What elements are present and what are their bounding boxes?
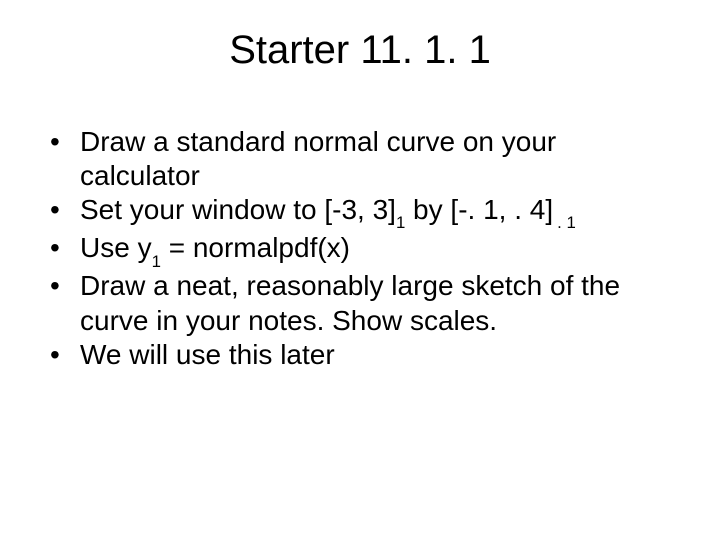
- subscript: . 1: [557, 213, 576, 232]
- bullet-text: by [-. 1, . 4]: [405, 194, 553, 225]
- bullet-text: Set your window to [-3, 3]: [80, 194, 396, 225]
- bullet-text: Draw a neat, reasonably large sketch of …: [80, 270, 620, 335]
- bullet-list: Draw a standard normal curve on your cal…: [40, 125, 680, 372]
- list-item: Draw a neat, reasonably large sketch of …: [40, 269, 680, 337]
- list-item: We will use this later: [40, 338, 680, 372]
- list-item: Use y1 = normalpdf(x): [40, 231, 680, 269]
- slide: Starter 11. 1. 1 Draw a standard normal …: [0, 0, 720, 540]
- list-item: Set your window to [-3, 3]1 by [-. 1, . …: [40, 193, 680, 231]
- bullet-text: Draw a standard normal curve on your cal…: [80, 126, 556, 191]
- bullet-text: = normalpdf(x): [161, 232, 350, 263]
- subscript: 1: [396, 213, 405, 232]
- bullet-text: We will use this later: [80, 339, 335, 370]
- slide-title: Starter 11. 1. 1: [40, 28, 680, 73]
- bullet-text: Use y: [80, 232, 152, 263]
- subscript: 1: [152, 252, 161, 271]
- list-item: Draw a standard normal curve on your cal…: [40, 125, 680, 193]
